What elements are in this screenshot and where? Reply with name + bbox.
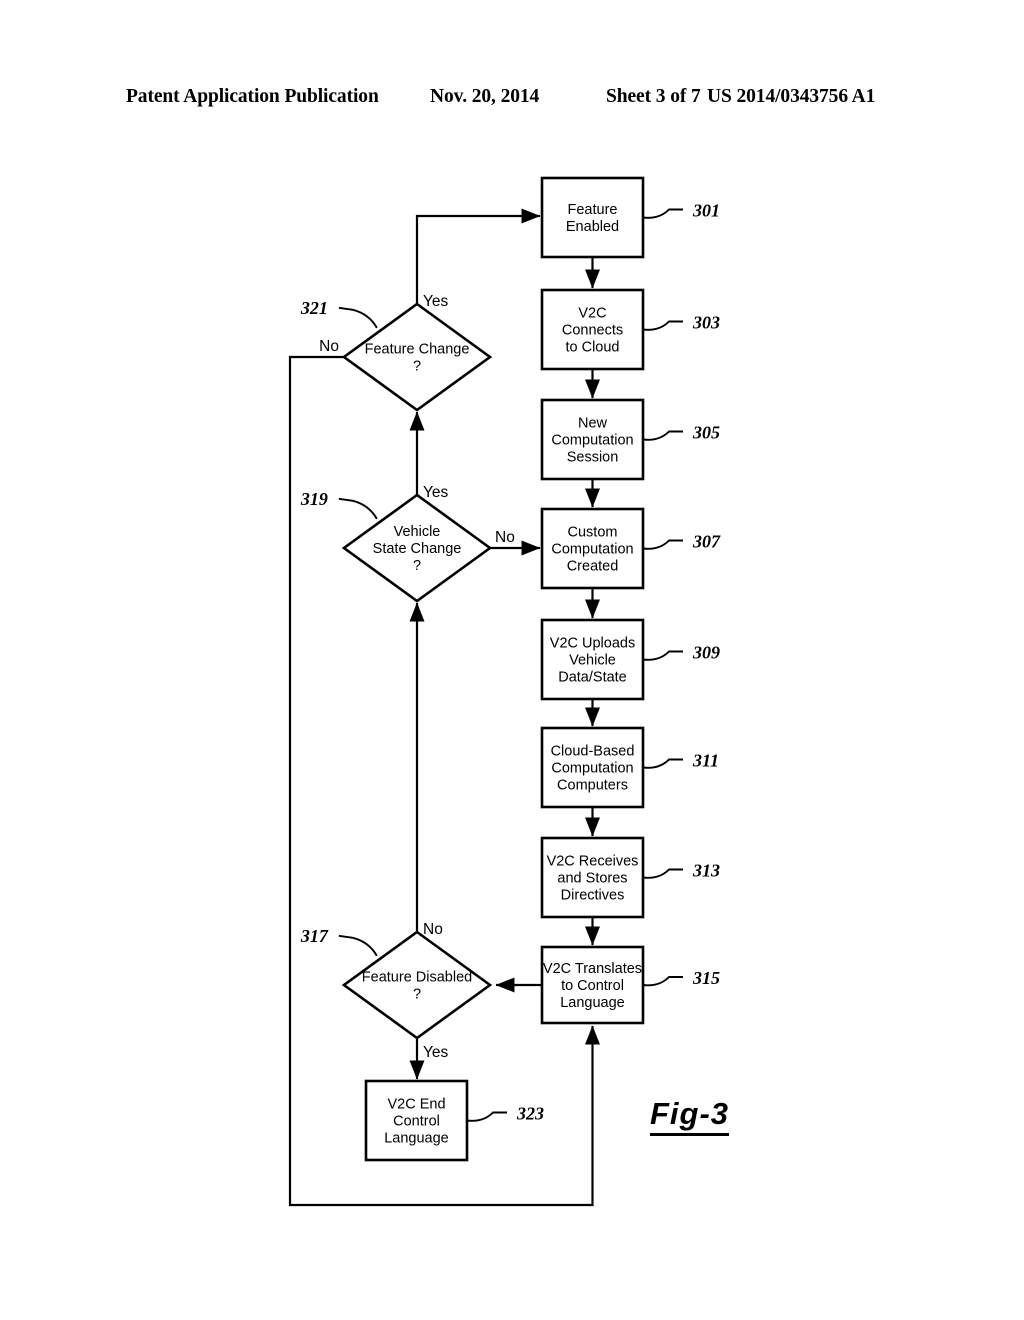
flowchart-canvas: FeatureEnabled 301 V2CConnectsto Cloud 303 N…: [288, 176, 721, 1207]
process-box-309: V2C UploadsVehicleData/State 309: [540, 618, 720, 701]
process-box-311: Cloud-BasedComputationComputers 311: [540, 726, 719, 809]
branch-label-yes: Yes: [423, 484, 449, 501]
branch-label-yes: Yes: [423, 1044, 449, 1061]
figure-caption: Fig-3: [650, 1097, 730, 1136]
branch-label-no: No: [495, 529, 515, 546]
shape-text-line: V2C End: [387, 1097, 445, 1113]
shape-text-line: Control: [393, 1114, 440, 1130]
reference-number: 323: [516, 1104, 544, 1124]
process-box-303: V2CConnectsto Cloud 303: [540, 288, 720, 371]
shape-text-line: Computation: [551, 542, 633, 558]
reference-leader-line: [642, 539, 683, 550]
shape-text-line: Language: [384, 1131, 449, 1147]
reference-leader-line: [338, 934, 378, 957]
shape-text-line: Created: [567, 559, 619, 575]
reference-number: 321: [300, 298, 328, 318]
shape-text-line: ?: [413, 558, 421, 574]
shape-text-line: Computation: [551, 433, 633, 449]
shape-text-line: Connects: [562, 323, 623, 339]
branch-label-no: No: [319, 338, 339, 355]
reference-leader-line: [338, 497, 378, 520]
reference-leader-line: [642, 430, 683, 441]
process-box-307: CustomComputationCreated 307: [540, 507, 721, 590]
process-box-305: NewComputationSession 305: [540, 398, 720, 481]
shape-text-line: New: [578, 416, 608, 432]
shape-text-line: V2C Receives: [547, 854, 639, 870]
shape-text-line: Enabled: [566, 219, 619, 235]
decision-diamond-321: Feature Change? Yes No 321: [300, 293, 493, 412]
reference-number: 301: [692, 201, 720, 221]
shape-text-line: ?: [413, 987, 421, 1003]
reference-leader-line: [466, 1111, 507, 1122]
process-box-323: V2C EndControlLanguage 323: [364, 1079, 544, 1162]
shape-text-line: Custom: [568, 525, 618, 541]
shape-text-line: Feature Change: [365, 342, 470, 358]
reference-leader-line: [642, 208, 683, 219]
reference-number: 307: [692, 532, 721, 552]
reference-leader-line: [642, 320, 683, 331]
shape-text-line: Directives: [561, 888, 625, 904]
shape-text-line: V2C Uploads: [550, 636, 635, 652]
figure-3: Feature Enabled 301 V2C Connects to Cloud 303 N…: [0, 0, 1024, 1320]
reference-number: 315: [692, 968, 720, 988]
shape-text-line: Feature: [568, 202, 618, 218]
shape-text-line: Cloud-Based: [551, 744, 635, 760]
reference-leader-line: [642, 976, 683, 987]
reference-number: 317: [300, 926, 329, 946]
decision-diamond-319: VehicleState Change? Yes No 319: [300, 484, 515, 603]
reference-number: 319: [300, 489, 328, 509]
reference-number: 309: [692, 643, 720, 663]
flowchart-shapes: FeatureEnabled 301 V2CConnectsto Cloud 303 N…: [300, 176, 721, 1162]
reference-number: 305: [692, 423, 720, 443]
shape-text-line: ?: [413, 359, 421, 375]
shape-text-line: Session: [567, 450, 619, 466]
shape-text-line: Computers: [557, 778, 628, 794]
shape-text-line: V2C Translates: [543, 961, 642, 977]
shape-text-line: to Cloud: [565, 340, 619, 356]
shape-text-line: and Stores: [557, 871, 627, 887]
shape-text-line: Vehicle: [569, 653, 616, 669]
shape-text-line: Vehicle: [394, 524, 441, 540]
connector-321-301: [415, 208, 541, 304]
shape-text-line: Feature Disabled: [362, 970, 472, 986]
process-box-301: FeatureEnabled 301: [540, 176, 720, 259]
process-box-315: V2C Translatesto ControlLanguage 315: [540, 945, 720, 1025]
reference-leader-line: [642, 650, 683, 661]
shape-text-line: Language: [560, 995, 625, 1011]
decision-diamond-317: Feature Disabled? No Yes 317: [300, 921, 493, 1061]
process-box-313: V2C Receivesand StoresDirectives 313: [540, 836, 720, 919]
shape-text-line: Computation: [551, 761, 633, 777]
reference-leader-line: [338, 306, 378, 329]
shape-text-line: State Change: [373, 541, 462, 557]
branch-label-no: No: [423, 921, 443, 938]
reference-number: 313: [692, 861, 720, 881]
branch-label-yes: Yes: [423, 293, 449, 310]
shape-text-line: to Control: [561, 978, 624, 994]
shape-text-line: Data/State: [558, 670, 627, 686]
reference-number: 311: [692, 751, 719, 771]
shape-text-line: V2C: [578, 306, 606, 322]
reference-number: 303: [692, 313, 720, 333]
reference-leader-line: [642, 868, 683, 879]
reference-leader-line: [642, 758, 683, 769]
